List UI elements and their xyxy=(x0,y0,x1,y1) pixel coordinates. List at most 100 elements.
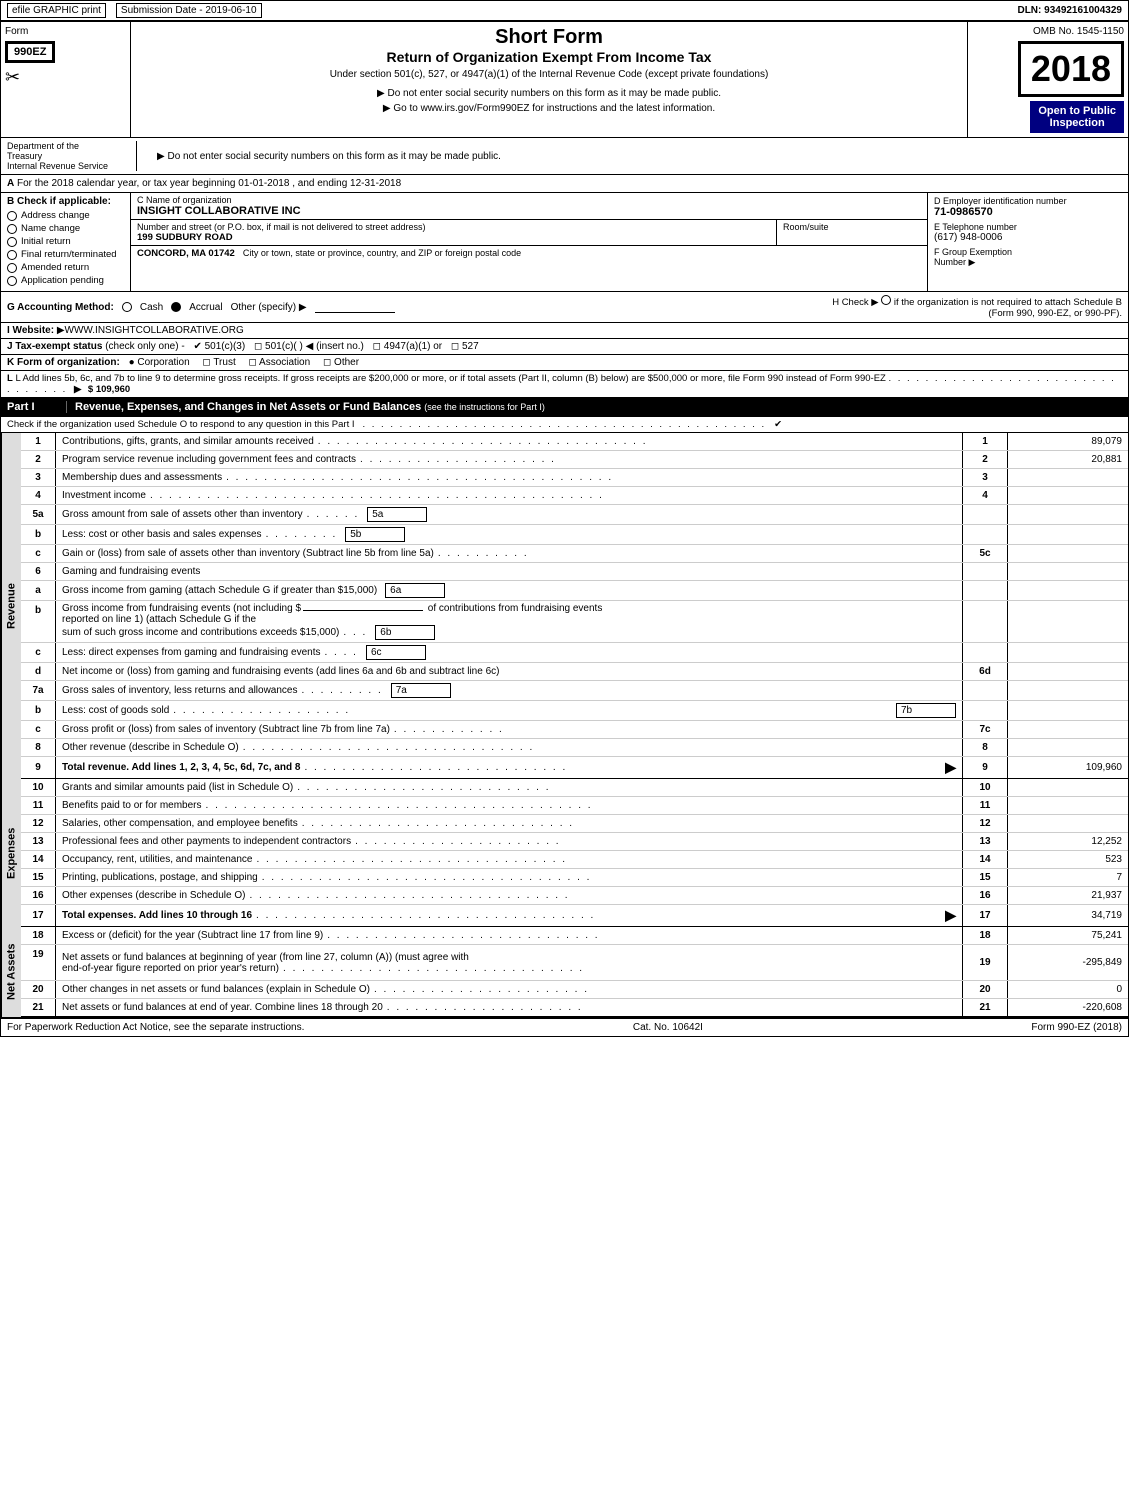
tax-year: 2018 xyxy=(1018,41,1124,97)
expenses-rows: 10 Grants and similar amounts paid (list… xyxy=(21,779,1128,927)
row-description: Net assets or fund balances at end of ye… xyxy=(56,999,963,1016)
radio-final-return[interactable] xyxy=(7,250,17,260)
other-specify-input[interactable] xyxy=(315,301,395,313)
org-fields: C Name of organization INSIGHT COLLABORA… xyxy=(131,193,928,291)
radio-name-change[interactable] xyxy=(7,224,17,234)
table-row: 18 Excess or (deficit) for the year (Sub… xyxy=(21,927,1128,945)
table-row: 13 Professional fees and other payments … xyxy=(21,833,1128,851)
line-number xyxy=(963,643,1008,662)
notice-2: ▶ Go to www.irs.gov/Form990EZ for instru… xyxy=(141,103,957,114)
tax-row: J Tax-exempt status (check only one) - ✔… xyxy=(1,339,1128,355)
line-number xyxy=(963,681,1008,700)
radio-cash[interactable] xyxy=(122,302,132,312)
sub-field-6a: 6a xyxy=(385,583,445,598)
line-number: 14 xyxy=(963,851,1008,868)
table-row: 10 Grants and similar amounts paid (list… xyxy=(21,779,1128,797)
line-number: 12 xyxy=(963,815,1008,832)
table-row: 11 Benefits paid to or for members . . .… xyxy=(21,797,1128,815)
sub-field-5a: 5a xyxy=(367,507,427,522)
row-number: 15 xyxy=(21,869,56,886)
line-number xyxy=(963,581,1008,600)
table-row: c Gain or (loss) from sale of assets oth… xyxy=(21,545,1128,563)
check-initial-return: Initial return xyxy=(7,236,124,247)
line-number xyxy=(963,601,1008,642)
row-amount xyxy=(1008,681,1128,700)
org-city-row: CONCORD, MA 01742 City or town, state or… xyxy=(131,246,927,261)
submission-date: Submission Date - 2019-06-10 xyxy=(116,3,262,18)
row-description: Professional fees and other payments to … xyxy=(56,833,963,850)
row-description: Contributions, gifts, grants, and simila… xyxy=(56,433,963,450)
table-row: 7a Gross sales of inventory, less return… xyxy=(21,681,1128,701)
form-org-row: K Form of organization: ● Corporation ◻ … xyxy=(1,355,1128,371)
check-amended-return: Amended return xyxy=(7,262,124,273)
table-row: c Gross profit or (loss) from sales of i… xyxy=(21,721,1128,739)
row-description: Salaries, other compensation, and employ… xyxy=(56,815,963,832)
row-amount: -295,849 xyxy=(1008,945,1128,980)
sub-field-5b: 5b xyxy=(345,527,405,542)
net-assets-rows: 18 Excess or (deficit) for the year (Sub… xyxy=(21,927,1128,1017)
row-number: 4 xyxy=(21,487,56,504)
row-amount: 89,079 xyxy=(1008,433,1128,450)
check-address-change: Address change xyxy=(7,210,124,221)
radio-address-change[interactable] xyxy=(7,211,17,221)
row-number: 11 xyxy=(21,797,56,814)
row-number: a xyxy=(21,581,56,600)
line-l-row: L L Add lines 5b, 6c, and 7b to line 9 t… xyxy=(1,371,1128,398)
row-amount xyxy=(1008,469,1128,486)
paperwork-notice: For Paperwork Reduction Act Notice, see … xyxy=(7,1022,304,1033)
form-subtitle: Under section 501(c), 527, or 4947(a)(1)… xyxy=(141,69,957,80)
table-row: 15 Printing, publications, postage, and … xyxy=(21,869,1128,887)
row-description: Gross income from gaming (attach Schedul… xyxy=(56,581,963,600)
radio-amended-return[interactable] xyxy=(7,263,17,273)
table-row: 12 Salaries, other compensation, and emp… xyxy=(21,815,1128,833)
sub-field-6b: 6b xyxy=(375,625,435,640)
form-header: Form 990EZ ✂ Short Form Return of Organi… xyxy=(1,22,1128,138)
row-amount xyxy=(1008,701,1128,720)
form-990ez-box: 990EZ xyxy=(5,41,55,63)
row-description: Occupancy, rent, utilities, and maintena… xyxy=(56,851,963,868)
row-description: Total expenses. Add lines 10 through 16 … xyxy=(56,905,963,926)
row-description: Other changes in net assets or fund bala… xyxy=(56,981,963,998)
row-number: 7a xyxy=(21,681,56,700)
row-number: 1 xyxy=(21,433,56,450)
accounting-label: G Accounting Method: xyxy=(7,302,114,313)
org-name-row: C Name of organization INSIGHT COLLABORA… xyxy=(131,193,927,220)
part-i-title: Revenue, Expenses, and Changes in Net As… xyxy=(67,401,1122,413)
revenue-section: Revenue 1 Contributions, gifts, grants, … xyxy=(1,433,1128,779)
form-title-main: Short Form xyxy=(141,26,957,49)
form-title-sub: Return of Organization Exempt From Incom… xyxy=(141,49,957,65)
org-addr-main: Number and street (or P.O. box, if mail … xyxy=(131,220,777,245)
dln-number: DLN: 93492161004329 xyxy=(1017,5,1122,16)
table-row: 16 Other expenses (describe in Schedule … xyxy=(21,887,1128,905)
row-amount xyxy=(1008,525,1128,544)
radio-check-h[interactable] xyxy=(881,295,891,305)
row-description: Membership dues and assessments . . . . … xyxy=(56,469,963,486)
row-number: 18 xyxy=(21,927,56,944)
omb-area: OMB No. 1545-1150 2018 Open to Public In… xyxy=(968,22,1128,137)
row-description: Less: cost of goods sold . . . . . . . .… xyxy=(56,701,963,720)
omb-number: OMB No. 1545-1150 xyxy=(1033,26,1124,37)
row-number: c xyxy=(21,545,56,562)
section-b-label: B Check if applicable: xyxy=(7,196,124,207)
row-amount xyxy=(1008,663,1128,680)
section-a: A For the 2018 calendar year, or tax yea… xyxy=(1,175,1128,193)
radio-initial-return[interactable] xyxy=(7,237,17,247)
table-row: 5a Gross amount from sale of assets othe… xyxy=(21,505,1128,525)
row-amount: 523 xyxy=(1008,851,1128,868)
row-description: Gain or (loss) from sale of assets other… xyxy=(56,545,963,562)
radio-accrual[interactable] xyxy=(171,302,181,312)
ein-column: D Employer identification number 71-0986… xyxy=(928,193,1128,291)
row-amount xyxy=(1008,487,1128,504)
radio-application-pending[interactable] xyxy=(7,276,17,286)
expenses-sidebar: Expenses xyxy=(1,779,21,927)
row-description: Printing, publications, postage, and shi… xyxy=(56,869,963,886)
line-number: 21 xyxy=(963,999,1008,1016)
check-o-row: Check if the organization used Schedule … xyxy=(1,417,1128,433)
row-number: b xyxy=(21,525,56,544)
row-number: 19 xyxy=(21,945,56,980)
row-description: Benefits paid to or for members . . . . … xyxy=(56,797,963,814)
row-amount xyxy=(1008,815,1128,832)
row-number: 10 xyxy=(21,779,56,796)
row-amount: 109,960 xyxy=(1008,757,1128,778)
form-number: 990EZ xyxy=(14,46,46,58)
